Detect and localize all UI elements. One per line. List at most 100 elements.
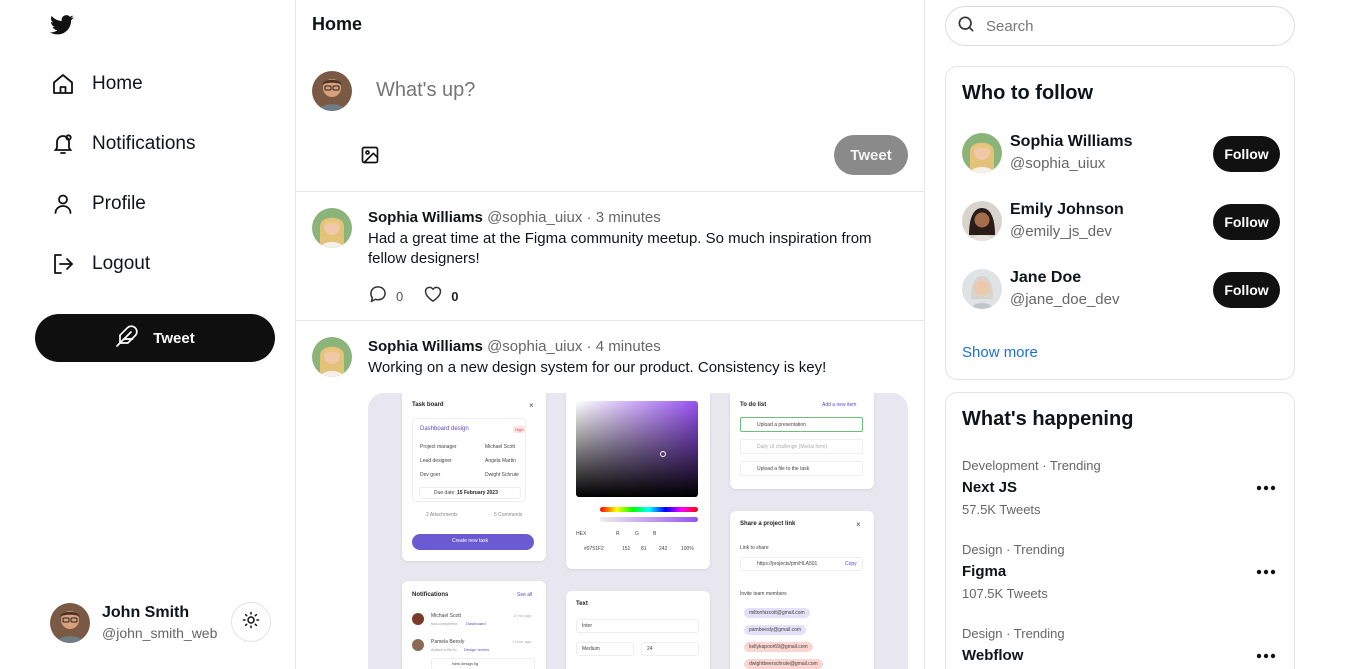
- who-to-follow-panel: Who to follow Sophia Williams @sophia_ui…: [945, 66, 1295, 380]
- follow-name[interactable]: Sophia Williams: [1010, 133, 1133, 151]
- r-label: R: [616, 531, 620, 537]
- see-all-link: See all: [517, 592, 533, 598]
- avatar[interactable]: [312, 337, 352, 377]
- task-board-card: Task board × Dashboard design High Proje…: [402, 393, 546, 561]
- share-link-card: Share a project link × Link to share htt…: [730, 511, 874, 669]
- more-options-icon[interactable]: [1252, 562, 1280, 582]
- trend-count: 57.5K Tweets: [962, 502, 1041, 517]
- weight-select: Medium: [582, 646, 600, 652]
- share-link-value: https://projects/pm/HLA501: [757, 561, 818, 567]
- more-options-icon[interactable]: [1252, 646, 1280, 666]
- notification-target: Design review: [464, 647, 490, 652]
- avatar[interactable]: [962, 133, 1002, 173]
- avatar[interactable]: [962, 201, 1002, 241]
- trend-count: 107.5K Tweets: [962, 586, 1048, 601]
- compose-tweet-button[interactable]: Tweet: [834, 135, 908, 175]
- like-count: 0: [451, 289, 459, 304]
- who-to-follow-title: Who to follow: [962, 82, 1094, 104]
- tweet-actions: 0 0: [368, 284, 478, 309]
- tweet-author[interactable]: Sophia Williams: [368, 209, 483, 226]
- alpha-value: 100%: [681, 546, 694, 552]
- whats-happening-title: What's happening: [962, 408, 1134, 430]
- whats-happening-panel: What's happening Development · Trending …: [945, 392, 1295, 669]
- todo-title: To do list: [740, 402, 767, 408]
- email-chip: pambeesly@gmail.com: [744, 625, 807, 635]
- follow-button[interactable]: Follow: [1213, 204, 1280, 240]
- trend-item[interactable]: Development · Trending Next JS 57.5K Twe…: [962, 458, 1280, 522]
- nav-home[interactable]: Home: [50, 71, 143, 97]
- trend-name: Webflow: [962, 647, 1024, 664]
- nav-notifications-label: Notifications: [92, 133, 196, 154]
- tweet-text: Had a great time at the Figma community …: [368, 230, 872, 267]
- email-chip: kellykapoor69@gmail.com: [744, 642, 813, 652]
- trend-name: Next JS: [962, 479, 1018, 496]
- follow-name[interactable]: Jane Doe: [1010, 269, 1081, 287]
- image-icon[interactable]: [360, 145, 382, 167]
- nav-notifications[interactable]: Notifications: [50, 131, 196, 157]
- show-more-link[interactable]: Show more: [962, 344, 1038, 361]
- tweet-image[interactable]: Task board × Dashboard design High Proje…: [368, 393, 908, 669]
- size-select: 24: [647, 646, 653, 652]
- tweet-handle[interactable]: @sophia_uiux: [487, 209, 582, 226]
- search-icon: [956, 14, 976, 39]
- comment-button[interactable]: 0: [368, 284, 403, 309]
- tweet-author[interactable]: Sophia Williams: [368, 338, 483, 355]
- home-icon: [50, 71, 76, 97]
- text-panel-title: Text: [576, 601, 588, 607]
- role-label: Project manager: [420, 444, 457, 450]
- trend-item[interactable]: Design · Trending Figma 107.5K Tweets: [962, 542, 1280, 606]
- color-picker-card: HEX R G B #9751F2 151 81 242 100%: [566, 393, 710, 569]
- create-task-label: Create new task: [452, 538, 489, 544]
- sun-icon: [242, 611, 260, 634]
- tweet-time: 4 minutes: [595, 338, 661, 355]
- follow-handle: @sophia_uiux: [1010, 155, 1106, 172]
- text-settings-card: Text Inter Medium 24: [566, 591, 710, 669]
- avatar[interactable]: [312, 208, 352, 248]
- notifications-card: Notifications See all Michael Scott has …: [402, 581, 546, 669]
- twitter-bird-icon[interactable]: [50, 14, 76, 38]
- tweet-post: Sophia Williams @sophia_uiux · 4 minutes…: [296, 321, 924, 669]
- more-options-icon[interactable]: [1252, 478, 1280, 498]
- current-user-name: John Smith: [102, 604, 190, 621]
- compose-input[interactable]: [376, 79, 876, 102]
- share-title: Share a project link: [740, 521, 796, 527]
- search-input[interactable]: [986, 17, 1266, 35]
- avatar: [50, 603, 90, 643]
- invite-label: Invite team members: [740, 591, 787, 597]
- create-task-button: Create new task: [412, 534, 534, 550]
- tweet-composer: Tweet: [296, 55, 924, 192]
- todo-add-link: Add a new item: [822, 402, 857, 408]
- theme-toggle-button[interactable]: [231, 602, 271, 642]
- attachments-count: 2 Attachments: [426, 512, 458, 518]
- like-button[interactable]: 0: [423, 284, 458, 309]
- nav-profile[interactable]: Profile: [50, 191, 146, 217]
- tweet-post: Sophia Williams @sophia_uiux · 3 minutes…: [296, 192, 924, 321]
- nav-logout[interactable]: Logout: [50, 251, 150, 277]
- sidebar-tweet-button[interactable]: Tweet: [35, 314, 275, 362]
- role-label: Lead designer: [420, 458, 452, 464]
- close-icon: ×: [529, 401, 534, 410]
- search-box[interactable]: [945, 6, 1295, 46]
- avatar[interactable]: [962, 269, 1002, 309]
- bell-icon: [50, 131, 76, 157]
- notification-time: 1 hour ago: [512, 639, 532, 644]
- avatar: [312, 71, 352, 111]
- nav-logout-label: Logout: [92, 253, 151, 274]
- close-icon: ×: [856, 520, 861, 529]
- role-label: Dev goer: [420, 472, 441, 478]
- comments-count: 5 Comments: [494, 512, 523, 518]
- follow-suggestion: Emily Johnson @emily_js_dev Follow: [962, 201, 1280, 243]
- follow-name[interactable]: Emily Johnson: [1010, 201, 1124, 219]
- person-name: Michael Scott: [485, 444, 516, 450]
- trend-meta: Design · Trending: [962, 542, 1065, 557]
- follow-button[interactable]: Follow: [1213, 272, 1280, 308]
- notification-name: Michael Scott: [431, 613, 462, 619]
- font-select: Inter: [582, 623, 593, 629]
- tweet-text: Working on a new design system for our p…: [368, 359, 827, 376]
- tweet-handle[interactable]: @sophia_uiux: [487, 338, 582, 355]
- current-user-handle: @john_smith_web: [102, 625, 218, 641]
- follow-button[interactable]: Follow: [1213, 136, 1280, 172]
- trend-item[interactable]: Design · Trending Webflow: [962, 626, 1280, 669]
- page-title: Home: [312, 14, 363, 34]
- notification-name: Pamela Beesly: [431, 639, 465, 645]
